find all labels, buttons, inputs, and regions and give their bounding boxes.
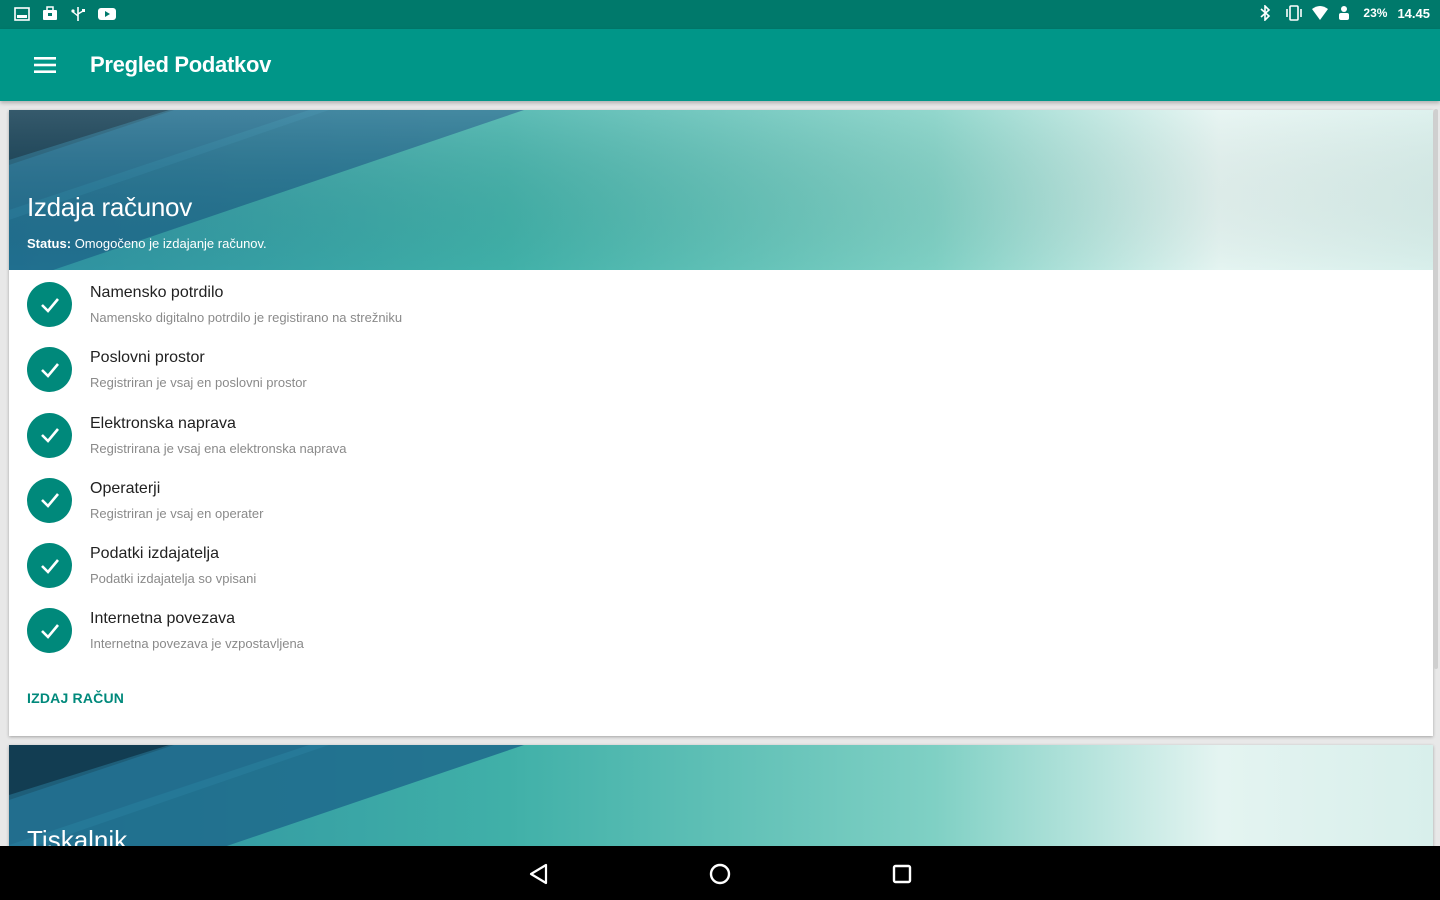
item-subtitle: Registrirana je vsaj ena elektronska nap… [90, 440, 347, 456]
item-subtitle: Namensko digitalno potrdilo je registira… [90, 310, 403, 325]
page-title: Pregled Podatkov [90, 52, 272, 77]
bluetooth-icon [1259, 4, 1275, 22]
check-circle-icon [27, 282, 72, 327]
card-title: Izdaja računov [27, 192, 192, 222]
back-button[interactable] [525, 860, 553, 888]
header-background [9, 745, 1433, 846]
usb-icon [70, 6, 86, 22]
video-icon [98, 6, 116, 22]
vibrate-icon [1285, 5, 1303, 21]
checklist: Namensko potrdilo Namensko digitalno pot… [9, 270, 1433, 672]
check-circle-icon [27, 608, 72, 654]
check-circle-icon [27, 412, 72, 458]
printer-card: Tiskalnik [9, 745, 1433, 846]
issue-invoice-button[interactable]: IZDAJ RAČUN [27, 690, 124, 706]
check-circle-icon [27, 477, 72, 523]
wifi-icon [1311, 5, 1329, 21]
status-bar: 23% 14.45 [0, 0, 1440, 29]
recents-icon [892, 864, 912, 884]
home-icon [709, 863, 731, 885]
item-title: Podatki izdajatelja [90, 545, 219, 563]
list-item: Poslovni prostor Registriran je vsaj en … [9, 345, 1433, 410]
list-item: Namensko potrdilo Namensko digitalno pot… [9, 280, 1433, 345]
hamburger-menu-button[interactable] [26, 47, 64, 83]
app-bar: Pregled Podatkov [0, 29, 1440, 101]
invoice-card: Izdaja računov Status: Omogočeno je izda… [9, 110, 1433, 736]
item-subtitle: Registriran je vsaj en poslovni prostor [90, 375, 307, 391]
gallery-icon [14, 6, 30, 22]
item-title: Operaterji [90, 479, 161, 497]
person-icon [1337, 5, 1353, 21]
status-bar-system: 23% 14.45 [1259, 4, 1430, 22]
briefcase-icon [42, 6, 58, 22]
hamburger-menu-icon [34, 57, 56, 73]
recents-button[interactable] [888, 860, 916, 888]
item-title: Elektronska naprava [90, 414, 236, 432]
content-area[interactable]: Izdaja računov Status: Omogočeno je izda… [0, 101, 1440, 846]
card-header: Izdaja računov Status: Omogočeno je izda… [9, 110, 1433, 270]
back-icon [529, 863, 548, 885]
list-item: Elektronska naprava Registrirana je vsaj… [9, 411, 1433, 476]
item-subtitle: Internetna povezava je vzpostavljena [90, 636, 304, 652]
item-title: Namensko potrdilo [90, 284, 224, 301]
list-item: Operaterji Registriran je vsaj en operat… [9, 476, 1433, 541]
item-title: Poslovni prostor [90, 349, 205, 367]
clock: 14.45 [1397, 5, 1430, 21]
scrollbar[interactable] [1434, 109, 1438, 669]
check-circle-icon [27, 543, 72, 589]
status-text: Omogočeno je izdajanje računov. [74, 236, 267, 251]
item-subtitle: Podatki izdajatelja so vpisani [90, 571, 257, 587]
card-title: Tiskalnik [27, 825, 128, 846]
list-item: Internetna povezava Internetna povezava … [9, 606, 1433, 671]
status-label: Status: [27, 236, 72, 251]
navigation-bar [0, 846, 1440, 900]
card-header: Tiskalnik [9, 745, 1433, 846]
status-bar-notifications [14, 6, 116, 22]
list-item: Podatki izdajatelja Podatki izdajatelja … [9, 541, 1433, 606]
battery-text: 23% [1363, 6, 1388, 20]
item-subtitle: Registriran je vsaj en operater [90, 505, 264, 521]
check-circle-icon [27, 347, 72, 393]
card-status: Status: Omogočeno je izdajanje računov. [27, 236, 267, 251]
item-title: Internetna povezava [90, 610, 235, 628]
home-button[interactable] [706, 860, 734, 888]
